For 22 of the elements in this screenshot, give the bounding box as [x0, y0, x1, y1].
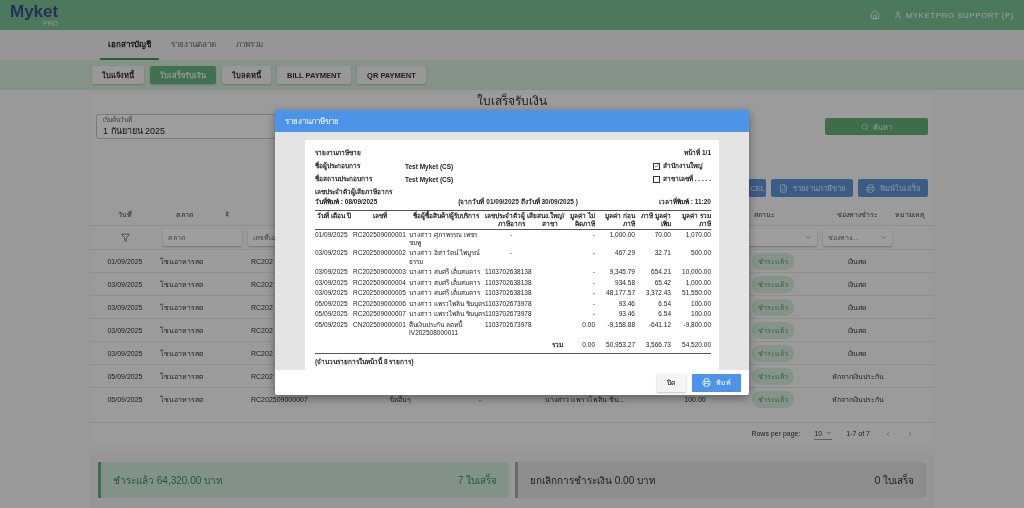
- previous-page-icon[interactable]: [884, 429, 892, 438]
- resize-handle-icon: [223, 211, 230, 217]
- next-page-icon[interactable]: [906, 429, 914, 438]
- page-title: ใบเสร็จรับเงิน: [476, 95, 548, 108]
- summary-count: 0 ใบเสร็จ: [874, 472, 914, 488]
- user-icon: [893, 11, 902, 19]
- search-icon: [861, 122, 869, 131]
- caret-icon: [805, 234, 812, 241]
- caret-icon: [826, 430, 833, 436]
- filter-icon[interactable]: [120, 233, 130, 242]
- summary-amount: ชำระแล้ว 64,320.00 บาท: [113, 473, 224, 488]
- home-icon[interactable]: [869, 10, 880, 20]
- summary-count: 7 ใบเสร็จ: [457, 472, 497, 488]
- printer-icon: [702, 378, 711, 387]
- user-menu[interactable]: MYKETPRO SUPPORT (P): [905, 10, 1014, 20]
- caret-icon: [880, 234, 887, 241]
- spreadsheet-icon: [779, 183, 788, 193]
- tab[interactable]: รายงานตลาด: [163, 30, 224, 60]
- tab[interactable]: ภาพรวม: [228, 30, 271, 60]
- printer-icon: [866, 183, 875, 193]
- summary-amount: ยกเลิกการชำระเงิน 0.00 บาท: [530, 473, 657, 488]
- dialog-title: รายงานภาษีขาย: [275, 110, 749, 132]
